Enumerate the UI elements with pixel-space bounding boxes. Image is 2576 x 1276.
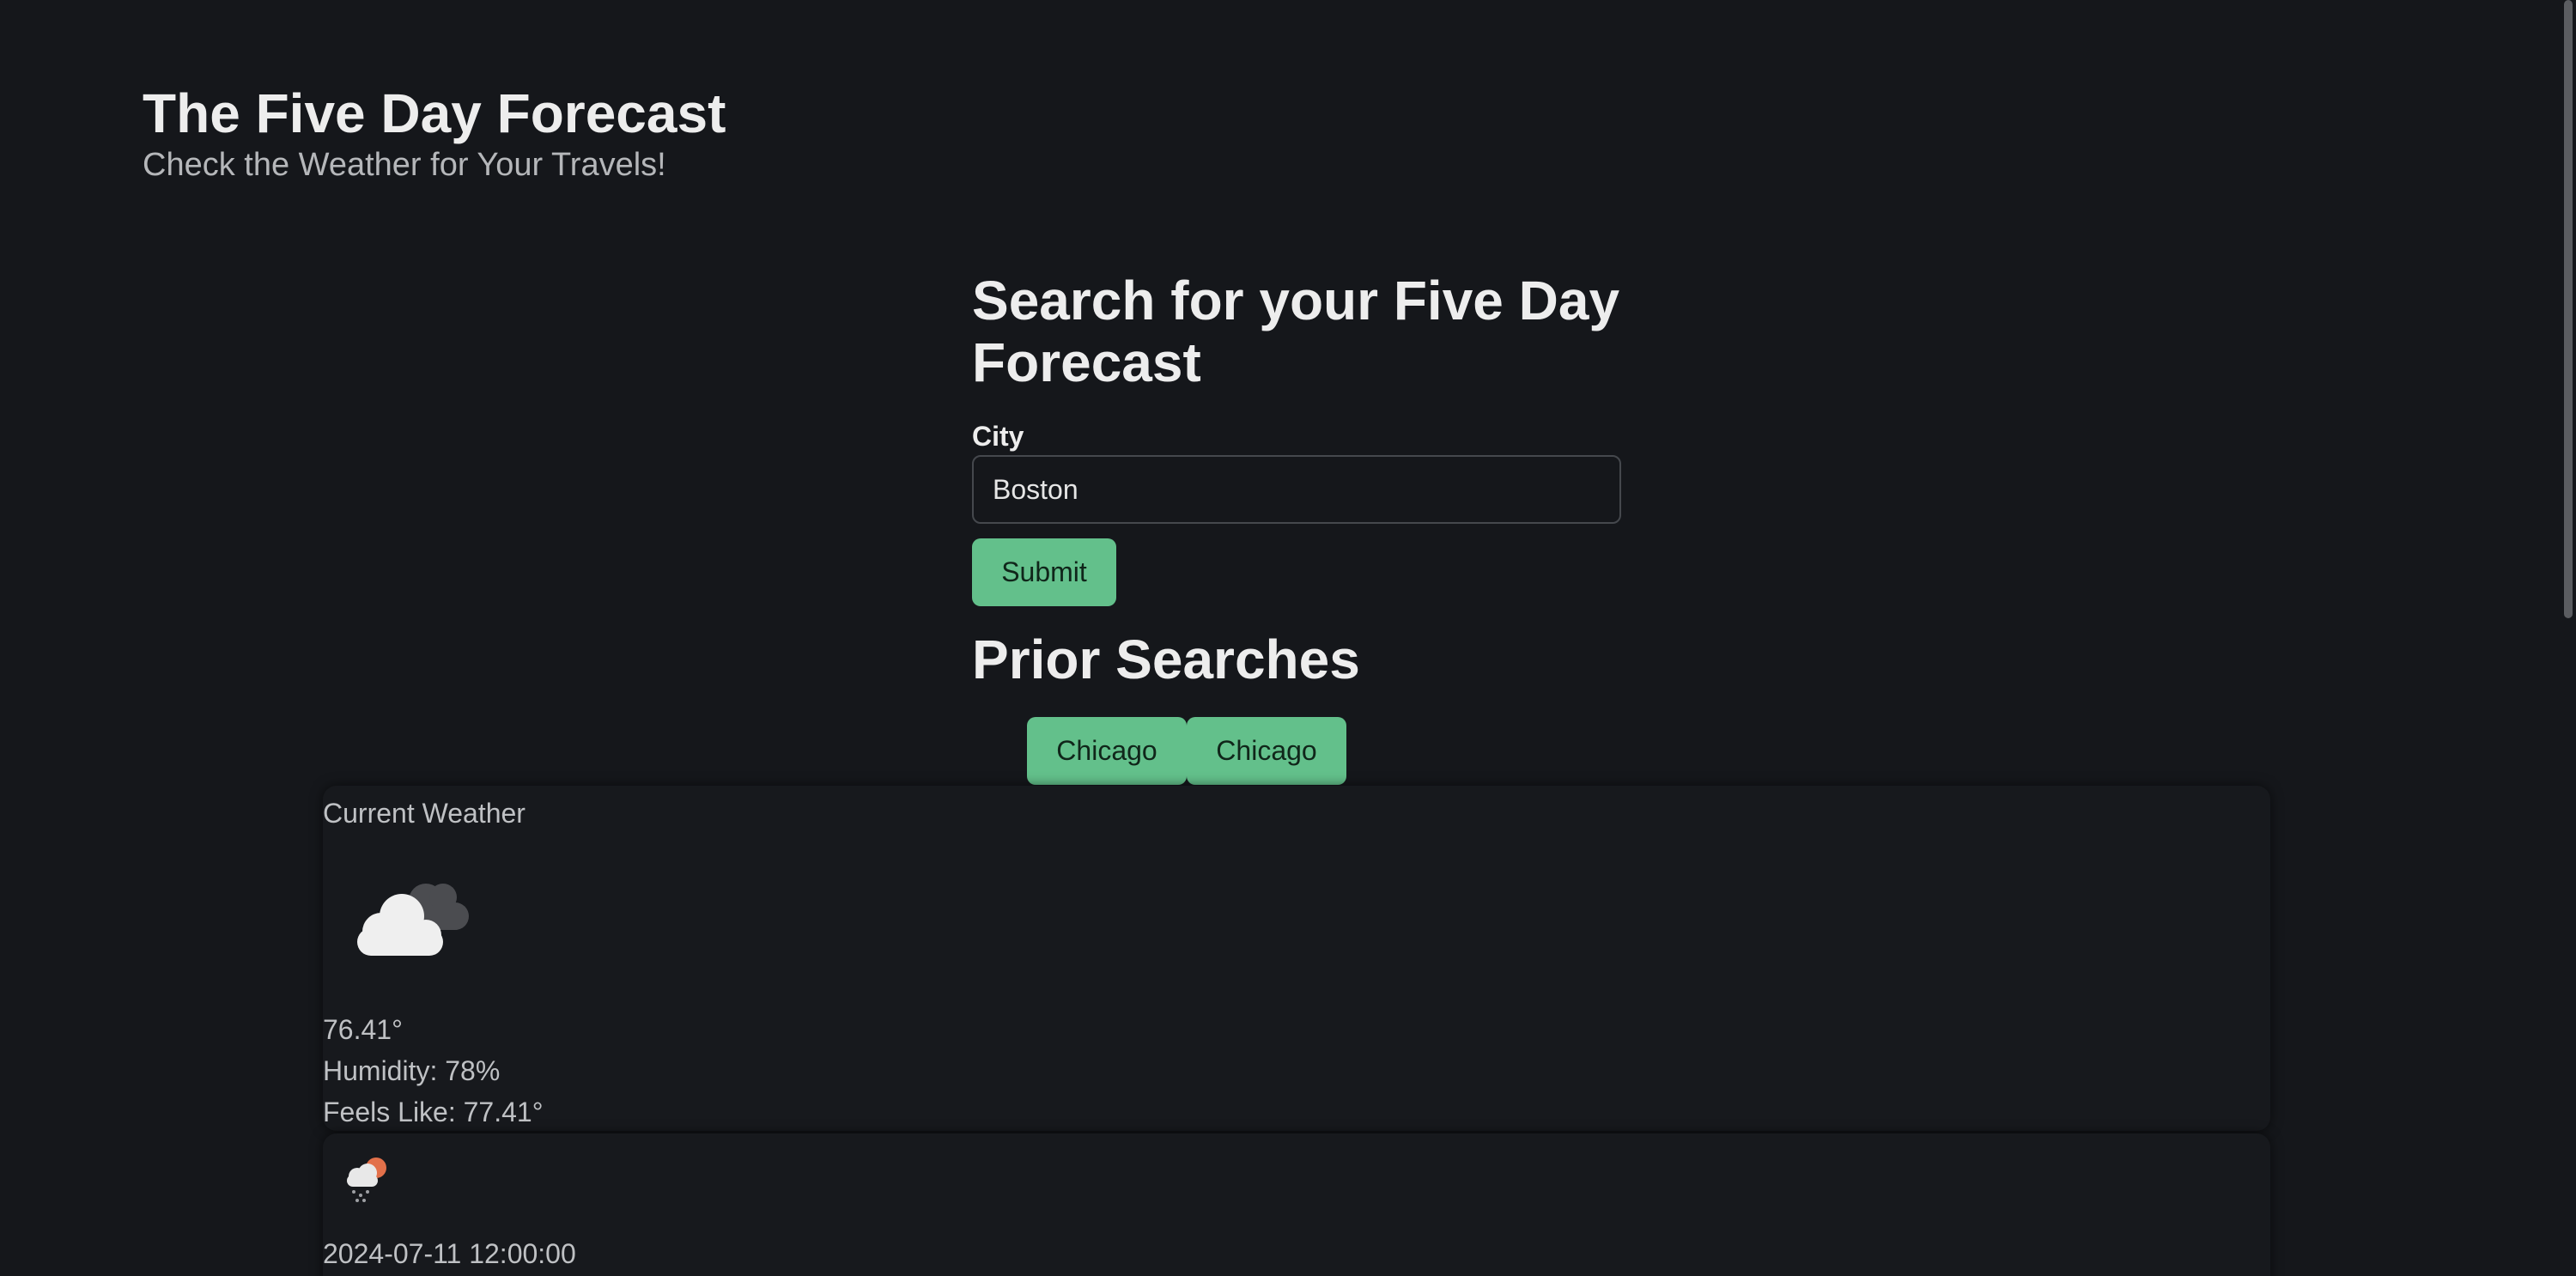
page: The Five Day Forecast Check the Weather …: [0, 0, 2576, 1276]
forecast-card: 2024-07-11 12:00:00: [323, 1133, 2270, 1276]
submit-button[interactable]: Submit: [972, 538, 1116, 606]
site-subtitle: Check the Weather for Your Travels!: [143, 147, 666, 183]
current-weather-title: Current Weather: [323, 798, 526, 829]
prior-searches-list: Chicago Chicago: [1027, 717, 1346, 785]
search-heading: Search for your Five Day Forecast: [972, 270, 1620, 393]
rain-sun-icon: [347, 1158, 386, 1202]
forecast-datetime: 2024-07-11 12:00:00: [323, 1238, 576, 1269]
city-input[interactable]: [972, 455, 1621, 524]
cloudy-icon: [357, 884, 469, 956]
scrollbar-thumb[interactable]: [2564, 0, 2573, 618]
current-humidity: Humidity: 78%: [323, 1055, 501, 1086]
current-temperature: 76.41°: [323, 1014, 403, 1045]
site-title: The Five Day Forecast: [143, 82, 726, 144]
prior-searches-heading: Prior Searches: [972, 629, 1360, 690]
current-feels-like: Feels Like: 77.41°: [323, 1097, 544, 1127]
scrollbar[interactable]: [2559, 0, 2576, 1276]
city-label: City: [972, 421, 1024, 452]
current-weather-card: Current Weather 76.41° Humidity: 78% Fee…: [323, 786, 2270, 1131]
prior-search-button[interactable]: Chicago: [1027, 717, 1187, 785]
prior-search-button[interactable]: Chicago: [1187, 717, 1346, 785]
